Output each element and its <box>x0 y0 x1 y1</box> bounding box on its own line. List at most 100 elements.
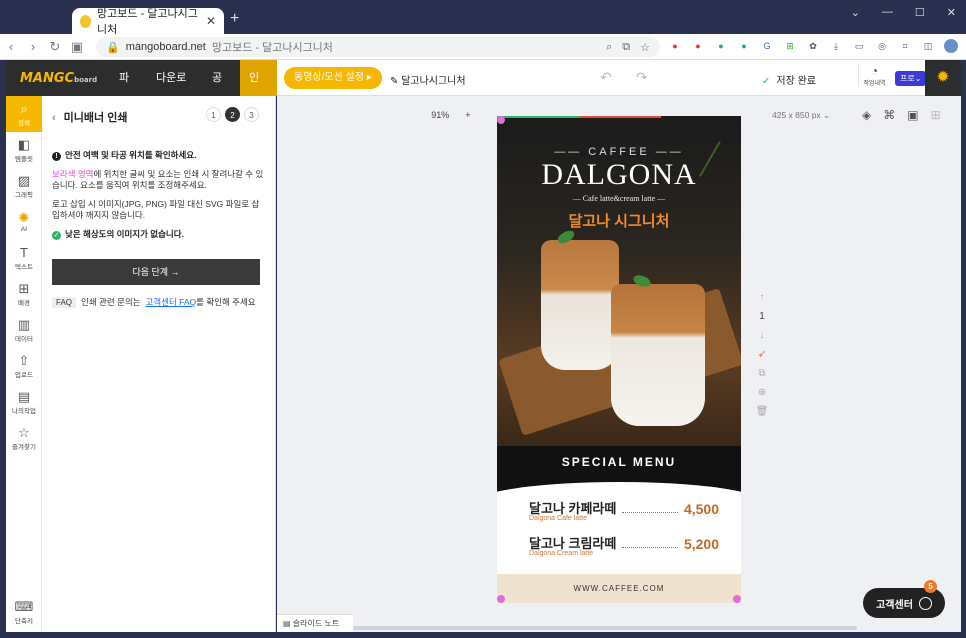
hole-marker[interactable] <box>733 595 741 603</box>
hole-marker[interactable] <box>497 595 505 603</box>
zoom-out-button[interactable]: − <box>410 110 415 120</box>
hole-marker[interactable] <box>497 116 505 124</box>
site-info-icon[interactable]: ▣ <box>66 39 88 55</box>
step-3[interactable]: 3 <box>244 107 259 122</box>
image-edit-icon[interactable]: ▣ <box>907 108 918 122</box>
animation-settings-button[interactable]: 동영상/모션 설정 ▸ <box>284 67 382 89</box>
nav-search[interactable]: ⌕ 검색 <box>6 96 42 132</box>
redo-icon[interactable]: ↷ <box>636 69 648 86</box>
forward-icon[interactable]: › <box>22 39 44 54</box>
minimize-icon[interactable]: — <box>882 6 893 19</box>
pencil-icon: ✎ <box>390 76 399 87</box>
nav-data[interactable]: ▥ 데이터 <box>6 312 42 348</box>
step-2[interactable]: 2 <box>225 107 240 122</box>
poster-canvas[interactable]: —— CAFFEE —— DALGONA — Cafe latte&cream … <box>497 116 741 603</box>
menu-share[interactable]: 공유 <box>203 60 240 120</box>
tab-title: 망고보드 - 달고나시그니처 <box>97 8 198 36</box>
extensions-bar: ● ● ● ● G ⊞ ✿ ⤓ ▭ ◎ ⌗ ◫ ⋮ <box>668 39 966 53</box>
gear-icon[interactable]: ✹ <box>925 60 961 96</box>
horizontal-scrollbar[interactable] <box>353 626 857 630</box>
copy-page-icon[interactable]: ⧉ <box>758 368 765 379</box>
close-tab-icon[interactable]: ✕ <box>206 14 216 28</box>
close-window-icon[interactable]: ✕ <box>947 6 956 19</box>
extension-icon[interactable]: ● <box>691 39 705 53</box>
url-domain: mangoboard.net <box>125 41 206 53</box>
nav-favorites[interactable]: ☆ 즐겨찾기 <box>6 420 42 456</box>
document-name[interactable]: ✎ 달고나시그니처 <box>390 72 466 87</box>
menu-item: 달고나 크림라떼 Dalgona Cream latte 5,200 <box>529 536 719 557</box>
extension-icon[interactable]: ● <box>737 39 751 53</box>
screenshot-icon[interactable]: ⌗ <box>898 39 912 53</box>
menu-file[interactable]: 파일 <box>110 60 147 120</box>
notification-badge: 5 <box>924 580 937 593</box>
extension-icon[interactable]: ● <box>714 39 728 53</box>
pro-badge[interactable]: 프로⌄ <box>895 71 927 86</box>
support-button[interactable]: 고객센터 5 <box>863 580 945 618</box>
nav-shortcuts[interactable]: ⌨ 단축키 <box>6 594 42 630</box>
keyboard-icon: ⌨ <box>14 598 34 614</box>
maximize-icon[interactable]: ☐ <box>915 6 925 19</box>
undo-icon[interactable]: ↶ <box>600 69 612 86</box>
save-status: ✓ 저장 완료 <box>762 76 816 87</box>
slide-note-tab[interactable]: ▤ 슬라이드 노트 <box>277 614 353 632</box>
note-icon: ▤ <box>283 619 291 628</box>
page-down-icon[interactable]: ↓ <box>760 330 765 341</box>
nav-my-work[interactable]: ▤ 나의작업 <box>6 384 42 420</box>
fit-icon[interactable]: ⌘ <box>883 108 895 122</box>
profile-avatar[interactable] <box>944 39 958 53</box>
mangoboard-logo[interactable]: MANGCboard <box>6 71 110 86</box>
new-tab-icon[interactable]: + <box>230 10 239 28</box>
zoom-lens-icon[interactable]: ⌕ <box>606 41 612 54</box>
grid-icon[interactable]: ⊞ <box>931 108 941 122</box>
print-panel: ‹ 미니배너 인쇄 1 2 3 ! 안전 여백 및 타공 위치를 확인하세요. 보라… <box>42 96 276 632</box>
mango-favicon-icon <box>80 14 92 28</box>
reload-icon[interactable]: ↻ <box>44 39 66 55</box>
faq-tag: FAQ <box>52 296 77 308</box>
back-arrow-icon[interactable]: ‹ <box>52 112 56 124</box>
nav-ai[interactable]: ✺ AI <box>6 204 42 240</box>
menu-print[interactable]: 인쇄 <box>240 60 278 120</box>
menu-download[interactable]: 다운로드 <box>147 60 203 120</box>
nav-graphics[interactable]: ▨ 그래픽 <box>6 168 42 204</box>
canvas-size[interactable]: 425 x 850 px ⌄ <box>772 110 830 121</box>
nav-templates[interactable]: ◧ 템플릿 <box>6 132 42 168</box>
canvas-tools: ◈ ⌘ ▣ ⊞ <box>862 108 941 122</box>
back-icon[interactable]: ‹ <box>0 39 22 54</box>
add-page-icon[interactable]: ⊕ <box>758 387 766 398</box>
next-step-button[interactable]: 다음 단계 → <box>52 259 260 285</box>
extension-icon[interactable]: ◎ <box>875 39 889 53</box>
background-icon: ⊞ <box>18 280 30 296</box>
zoom-controls: − 91% + <box>410 110 471 120</box>
share-icon[interactable]: ⧉ <box>622 41 630 54</box>
left-navigation: ⌕ 검색 ◧ 템플릿 ▨ 그래픽 ✺ AI T 텍스트 ⊞ 배경 ▥ 데이터 ⇧ 업로드 ▤ 나의… <box>6 96 42 632</box>
translate-icon[interactable]: G <box>760 39 774 53</box>
chevron-down-icon[interactable]: ⌄ <box>851 6 860 19</box>
zoom-level[interactable]: 91% <box>431 110 449 120</box>
nav-upload[interactable]: ⇧ 업로드 <box>6 348 42 384</box>
search-icon: ⌕ <box>20 100 28 116</box>
work-history-button[interactable]: ◔ 작업내역 <box>858 64 888 87</box>
browser-tab[interactable]: 망고보드 - 달고나시그니처 ✕ <box>72 8 224 36</box>
rocket-icon[interactable]: ➶ <box>758 349 766 360</box>
nav-background[interactable]: ⊞ 배경 <box>6 276 42 312</box>
sidepanel-icon[interactable]: ◫ <box>921 39 935 53</box>
page-up-icon[interactable]: ↑ <box>760 292 765 303</box>
url-title: 망고보드 - 달고나시그니처 <box>211 42 333 54</box>
extension-icon[interactable]: ⊞ <box>783 39 797 53</box>
extension-icon[interactable]: ✿ <box>806 39 820 53</box>
url-field[interactable]: 🔒 mangoboard.net 망고보드 - 달고나시그니처 ⌕ ⧉ ☆ <box>96 37 660 57</box>
nav-text[interactable]: T 텍스트 <box>6 240 42 276</box>
extension-icon[interactable]: ● <box>668 39 682 53</box>
chat-bubble-icon <box>918 596 932 610</box>
lock-icon: 🔒 <box>106 41 120 54</box>
bookmark-star-icon[interactable]: ☆ <box>640 41 650 54</box>
faq-link[interactable]: 고객센터 FAQ <box>145 297 196 307</box>
extension-icon[interactable]: ▭ <box>852 39 866 53</box>
delete-page-icon[interactable]: 🗑 <box>756 406 769 417</box>
step-1[interactable]: 1 <box>206 107 221 122</box>
download-icon[interactable]: ⤓ <box>829 39 843 53</box>
layers-icon[interactable]: ◈ <box>862 108 871 122</box>
text-icon: T <box>20 244 28 260</box>
zoom-in-button[interactable]: + <box>465 110 470 120</box>
progress-green <box>497 116 579 118</box>
